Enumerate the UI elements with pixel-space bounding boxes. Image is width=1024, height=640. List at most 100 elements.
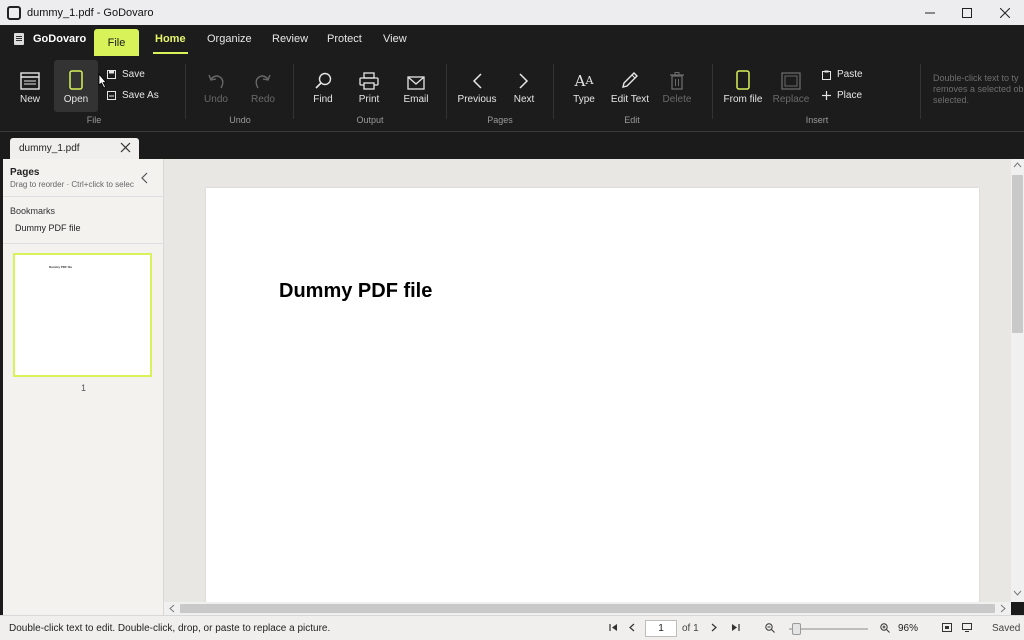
tab-protect[interactable]: Protect (327, 33, 362, 45)
type-label: Type (573, 94, 595, 105)
page-number-input[interactable]: 1 (645, 620, 677, 637)
printer-icon (359, 72, 379, 90)
delete-button[interactable]: Delete (655, 64, 699, 105)
image-file-icon (736, 70, 750, 90)
from-file-button[interactable]: From file (721, 64, 765, 105)
trash-icon (670, 72, 684, 90)
previous-page-icon[interactable] (628, 623, 635, 632)
next-page-icon[interactable] (711, 623, 718, 632)
horizontal-scroll-thumb[interactable] (180, 604, 995, 613)
place-label: Place (837, 90, 863, 101)
separator (920, 64, 921, 119)
open-label: Open (63, 94, 89, 105)
edit-text-button[interactable]: Edit Text (608, 64, 652, 105)
replace-label: Replace (772, 94, 810, 105)
status-bar: Double-click text to edit. Double-click,… (0, 615, 1024, 640)
plus-icon (822, 91, 831, 100)
brand: GoDovaro (14, 33, 86, 45)
page-thumbnail[interactable]: Dummy PDF file (13, 253, 152, 377)
scroll-right-icon[interactable] (1000, 604, 1006, 613)
type-text-icon: AA (574, 72, 594, 90)
document-canvas[interactable]: Dummy PDF file (164, 159, 1011, 602)
scroll-left-icon[interactable] (169, 604, 175, 613)
scroll-up-icon[interactable] (1013, 162, 1022, 168)
tab-view[interactable]: View (383, 33, 407, 45)
save-as-button[interactable]: Save As (107, 90, 159, 101)
page-heading[interactable]: Dummy PDF file (279, 280, 432, 303)
save-label: Save (122, 69, 145, 80)
print-button[interactable]: Print (347, 64, 391, 105)
vertical-scroll-thumb[interactable] (1012, 175, 1023, 333)
bookmark-item[interactable]: Dummy PDF file (15, 223, 81, 233)
collapse-sidebar-icon[interactable] (141, 172, 149, 184)
paste-button[interactable]: Paste (822, 69, 863, 80)
minimize-button[interactable] (911, 0, 949, 25)
hint-line: removes a selected ob (933, 84, 1024, 94)
window-titlebar: dummy_1.pdf - GoDovaro (0, 0, 1024, 25)
last-page-icon[interactable] (731, 623, 740, 632)
separator (712, 64, 713, 119)
first-page-icon[interactable] (609, 623, 618, 632)
separator (446, 64, 447, 119)
window-title: dummy_1.pdf - GoDovaro (27, 6, 154, 19)
previous-page-button[interactable]: Previous (455, 64, 499, 105)
tab-home[interactable]: Home (153, 33, 188, 54)
pages-subtitle: Drag to reorder · Ctrl+click to selec (10, 180, 134, 189)
find-button[interactable]: Find (301, 64, 345, 105)
horizontal-scrollbar[interactable] (164, 602, 1011, 615)
print-label: Print (358, 94, 380, 105)
pdf-page[interactable]: Dummy PDF file (206, 188, 979, 602)
hint-line: selected. (933, 95, 970, 105)
chevron-left-icon (472, 73, 482, 89)
vertical-scrollbar[interactable] (1011, 159, 1024, 602)
separator (185, 64, 186, 119)
zoom-in-icon[interactable] (880, 623, 890, 633)
paste-label: Paste (837, 69, 863, 80)
new-button[interactable]: New (8, 64, 52, 105)
document-tab-bar: dummy_1.pdf (0, 133, 1024, 159)
email-icon (407, 76, 425, 90)
fit-width-icon[interactable] (962, 623, 972, 632)
new-label: New (19, 94, 40, 105)
maximize-button[interactable] (948, 0, 986, 25)
replace-image-icon (781, 72, 801, 90)
redo-button[interactable]: Redo (241, 64, 285, 105)
place-button[interactable]: Place (822, 90, 862, 101)
undo-button[interactable]: Undo (194, 64, 238, 105)
zoom-slider[interactable] (789, 623, 868, 635)
find-label: Find (313, 94, 333, 105)
file-menu-button[interactable]: File (94, 29, 139, 56)
email-button[interactable]: Email (394, 64, 438, 105)
delete-label: Delete (662, 94, 692, 105)
group-label-insert: Insert (805, 115, 829, 125)
type-button[interactable]: AA Type (562, 64, 606, 105)
next-label: Next (513, 94, 535, 105)
document-tab[interactable]: dummy_1.pdf (10, 138, 139, 159)
group-label-pages: Pages (487, 115, 513, 125)
fit-page-icon[interactable] (942, 623, 952, 632)
undo-label: Undo (204, 94, 228, 105)
close-window-button[interactable] (986, 0, 1024, 25)
scroll-down-icon[interactable] (1013, 590, 1022, 596)
maximize-icon (962, 7, 972, 18)
save-as-icon (107, 91, 116, 100)
group-label-output: Output (356, 115, 384, 125)
email-label: Email (403, 94, 429, 105)
replace-button[interactable]: Replace (769, 64, 813, 105)
next-page-button[interactable]: Next (502, 64, 546, 105)
thumbnail-page-number: 1 (81, 383, 87, 393)
search-icon (315, 72, 332, 89)
close-tab-icon[interactable] (120, 142, 131, 153)
open-button[interactable]: Open (54, 60, 98, 112)
save-button[interactable]: Save (107, 69, 145, 80)
previous-label: Previous (457, 94, 497, 105)
hint-line: Double-click text to ty (933, 73, 1019, 83)
ribbon: New Open Save Save As File Undo Redo Und… (0, 56, 1024, 132)
pencil-icon (622, 72, 638, 88)
tab-review[interactable]: Review (272, 33, 308, 45)
from-file-label: From file (723, 94, 763, 105)
tab-organize[interactable]: Organize (207, 33, 252, 45)
zoom-slider-knob[interactable] (792, 623, 801, 635)
document-tab-name: dummy_1.pdf (19, 143, 80, 154)
zoom-out-icon[interactable] (765, 623, 775, 633)
